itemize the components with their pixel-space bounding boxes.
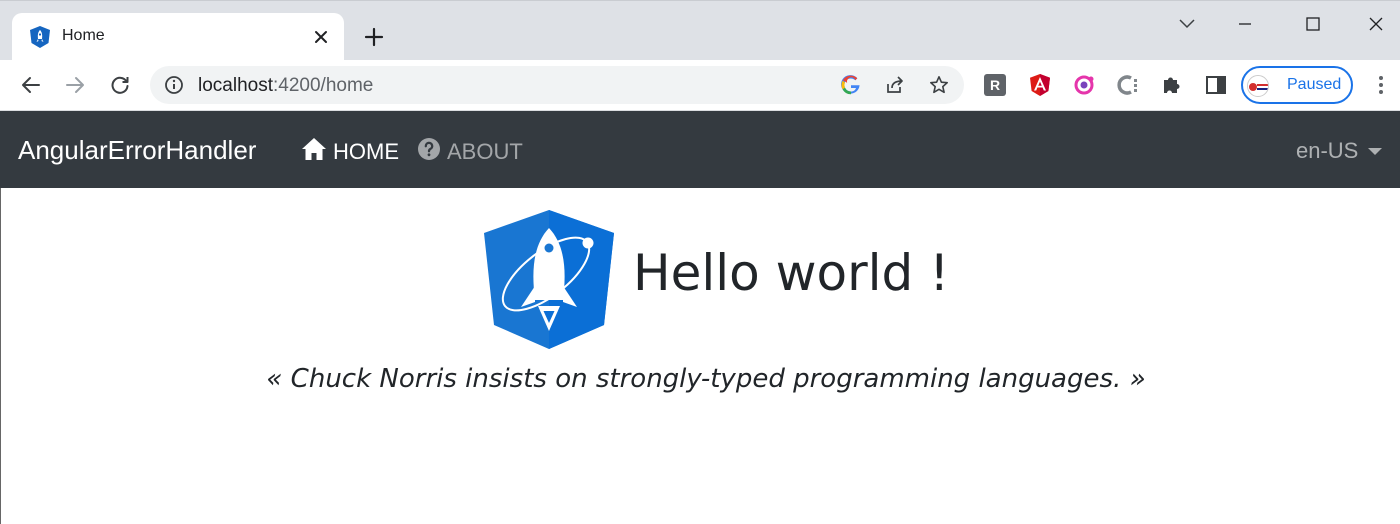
bookmark-star-icon[interactable] (928, 74, 950, 96)
profile-button[interactable]: Paused (1241, 66, 1353, 104)
chuck-norris-quote: « Chuck Norris insists on strongly-typed… (266, 364, 1146, 394)
page-title: Hello world ! (633, 244, 950, 302)
minimize-icon[interactable] (1230, 9, 1260, 39)
maximize-icon[interactable] (1298, 9, 1328, 39)
r-extension-label: R (989, 77, 1001, 93)
nav-link-about[interactable]: ABOUT (417, 137, 523, 167)
site-info-icon[interactable] (164, 75, 184, 95)
back-arrow-icon[interactable] (18, 72, 44, 98)
tab-strip: Home (0, 0, 1400, 61)
forward-arrow-icon[interactable] (62, 72, 88, 98)
main-content: Hello world ! « Chuck Norris insists on … (0, 188, 1400, 524)
url-path: :4200/home (273, 75, 374, 96)
nav-about-label: ABOUT (447, 139, 523, 164)
reload-icon[interactable] (107, 72, 133, 98)
browser-toolbar: localhost:4200/home R Paused (0, 60, 1400, 111)
language-label: en-US (1296, 138, 1359, 163)
c-extension-icon[interactable] (1116, 73, 1140, 97)
close-tab-icon[interactable] (310, 26, 332, 48)
browser-tab-home[interactable]: Home (12, 13, 344, 61)
app-navbar: AngularErrorHandler HOME ABOUT en-US (0, 111, 1400, 188)
navbar-brand[interactable]: AngularErrorHandler (18, 135, 256, 166)
address-bar[interactable]: localhost:4200/home (150, 66, 964, 104)
home-icon (301, 137, 327, 167)
question-circle-icon (417, 137, 441, 167)
tab-title: Home (62, 27, 105, 44)
chevron-down-icon[interactable] (1172, 9, 1202, 39)
r-extension-icon[interactable]: R (984, 74, 1006, 96)
side-panel-icon[interactable] (1204, 73, 1228, 97)
angular-extension-icon[interactable] (1028, 73, 1052, 97)
kebab-menu-icon[interactable] (1371, 72, 1391, 98)
plus-icon[interactable] (361, 24, 387, 50)
profile-avatar (1247, 75, 1269, 97)
profile-status: Paused (1287, 76, 1342, 93)
angular-rocket-icon (28, 25, 52, 49)
nav-link-home[interactable]: HOME (301, 137, 399, 167)
close-icon[interactable] (1361, 9, 1391, 39)
puzzle-extensions-icon[interactable] (1160, 73, 1184, 97)
angular-rocket-logo (484, 210, 614, 350)
share-icon[interactable] (884, 74, 906, 96)
redux-extension-icon[interactable] (1072, 73, 1096, 97)
url-text: localhost:4200/home (198, 75, 373, 97)
google-lens-icon[interactable] (840, 74, 862, 96)
url-host: localhost (198, 75, 273, 96)
language-dropdown[interactable]: en-US (1296, 138, 1383, 164)
caret-down-icon (1368, 147, 1383, 155)
nav-home-label: HOME (333, 139, 399, 164)
